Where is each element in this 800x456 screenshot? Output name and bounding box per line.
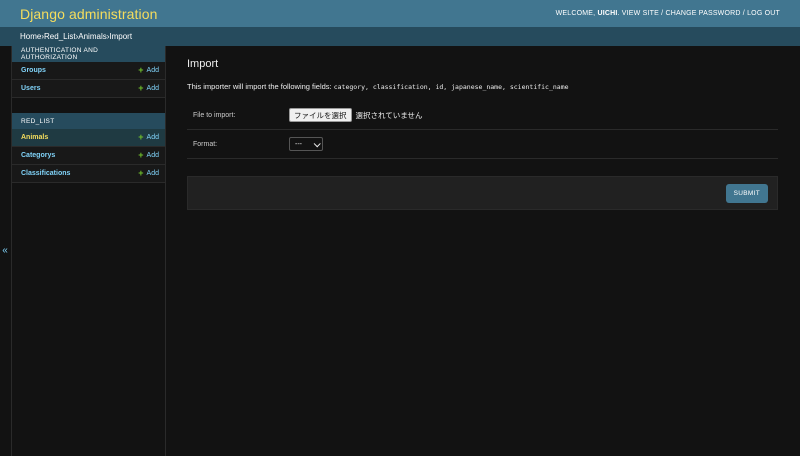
log-out-link[interactable]: LOG OUT [747,10,780,17]
add-label: Add [146,67,159,74]
format-selected-value: --- [295,140,302,148]
chevron-down-icon [313,139,321,147]
add-label: Add [146,134,159,141]
header: Django administration WELCOME, UICHI. VI… [0,0,800,27]
site-branding[interactable]: Django administration [20,6,158,22]
importer-description: This importer will import the following … [187,82,778,93]
submit-row: SUBMIT [187,176,778,210]
form-row-format: Format: --- [187,130,778,159]
add-animals-button[interactable]: + Add [138,133,159,142]
sidebar-item-categorys: Categorys + Add [12,147,165,165]
format-select[interactable]: --- [289,137,323,151]
sidebar-nav: AUTHENTICATION AND AUTHORIZATION Groups … [11,46,166,456]
form-row-file: File to import: ファイルを選択 選択されていません [187,101,778,130]
sidebar-link-users[interactable]: Users [21,85,40,92]
module-auth: AUTHENTICATION AND AUTHORIZATION Groups … [12,46,165,98]
module-red-list: RED_LIST Animals + Add Categorys + Add Cla… [12,113,165,183]
breadcrumb-current: Import [109,32,133,41]
breadcrumb-animals[interactable]: Animals [78,32,106,41]
sidebar-item-users: Users + Add [12,80,165,98]
plus-icon: + [138,65,144,75]
plus-icon: + [138,168,144,178]
breadcrumb-home[interactable]: Home [20,32,41,41]
breadcrumb: Home › Red_List › Animals › Import [0,27,800,46]
sidebar-link-classifications[interactable]: Classifications [21,170,70,177]
plus-icon: + [138,150,144,160]
format-label: Format: [193,140,218,148]
sidebar-item-classifications: Classifications + Add [12,165,165,183]
username: UICHI [597,10,618,17]
module-caption-red-list[interactable]: RED_LIST [12,113,165,129]
welcome-label: WELCOME, [555,10,596,17]
add-label: Add [146,85,159,92]
sidebar-link-categorys[interactable]: Categorys [21,152,55,159]
toggle-sidebar-button[interactable]: « [1,243,9,257]
add-label: Add [146,170,159,177]
plus-icon: + [138,132,144,142]
file-choose-button[interactable]: ファイルを選択 [289,108,352,122]
sidebar-link-animals[interactable]: Animals [21,134,48,141]
submit-button[interactable]: SUBMIT [725,183,768,203]
user-tools: WELCOME, UICHI. VIEW SITE / CHANGE PASSW… [555,10,780,17]
sidebar-item-animals: Animals + Add [12,129,165,147]
add-users-button[interactable]: + Add [138,84,159,93]
add-categorys-button[interactable]: + Add [138,151,159,160]
main-content: Import This importer will import the fol… [187,46,778,210]
sidebar-item-groups: Groups + Add [12,62,165,80]
plus-icon: + [138,83,144,93]
importer-prefix: This importer will import the following … [187,82,332,91]
file-status: 選択されていません [355,110,423,120]
add-groups-button[interactable]: + Add [138,66,159,75]
add-label: Add [146,152,159,159]
importer-fields: category, classification, id, japanese_n… [333,83,569,91]
breadcrumb-red-list[interactable]: Red_List [44,32,76,41]
add-classifications-button[interactable]: + Add [138,169,159,178]
file-label: File to import: [193,111,236,119]
change-password-link[interactable]: CHANGE PASSWORD [665,10,740,17]
view-site-link[interactable]: VIEW SITE [622,10,659,17]
page-title: Import [187,58,219,70]
module-caption-auth[interactable]: AUTHENTICATION AND AUTHORIZATION [12,46,165,62]
sidebar-link-groups[interactable]: Groups [21,67,46,74]
